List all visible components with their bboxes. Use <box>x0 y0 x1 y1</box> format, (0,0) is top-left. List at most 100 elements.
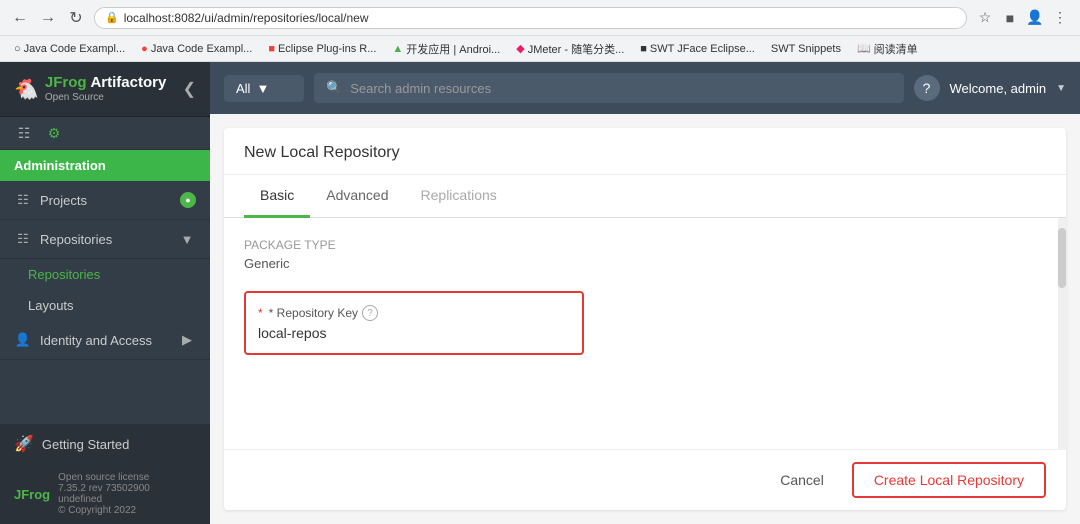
sidebar-header: 🐔 JFrog Artifactory Open Source ❮ <box>0 62 210 117</box>
bookmark-label: Eclipse Plug-ins R... <box>278 43 376 55</box>
welcome-chevron-icon[interactable]: ▼ <box>1056 83 1066 94</box>
identity-icon: 👤 <box>14 331 32 349</box>
sub-repositories-label: Repositories <box>28 267 100 282</box>
sidebar-collapse-button[interactable]: ❮ <box>183 79 196 99</box>
tab-replications[interactable]: Replications <box>405 175 513 218</box>
sidebar-sub-repositories[interactable]: Repositories <box>0 259 210 290</box>
tab-advanced-label: Advanced <box>326 187 388 203</box>
field-label-text: * Repository Key <box>269 306 358 320</box>
bookmark-java2[interactable]: ● Java Code Exampl... <box>137 41 256 57</box>
sidebar-item-getting-started[interactable]: 🚀 Getting Started <box>0 424 210 464</box>
field-help-icon[interactable]: ? <box>362 305 378 321</box>
projects-badge: ● <box>180 192 196 208</box>
gear-icon[interactable]: ⚙ <box>44 123 64 143</box>
bookmark-favicon: ○ <box>14 43 21 55</box>
tabs: Basic Advanced Replications <box>224 175 1066 218</box>
menu-icon[interactable]: ⋮ <box>1050 8 1070 28</box>
sidebar-icons-row: ☷ ⚙ <box>0 117 210 150</box>
page-title: New Local Repository <box>224 128 1066 175</box>
bookmark-label: JMeter - 随笔分类... <box>528 41 625 57</box>
sub-layouts-label: Layouts <box>28 298 74 313</box>
bookmark-label: 阅读清单 <box>874 41 918 57</box>
bookmark-favicon: ▲ <box>392 43 403 55</box>
url-text: localhost:8082/ui/admin/repositories/loc… <box>124 11 369 25</box>
identity-label: Identity and Access <box>40 333 170 348</box>
logo-jfrog: JFrog <box>45 74 87 91</box>
package-type-label: PACKAGE TYPE <box>244 238 1046 252</box>
bookmark-swt-snippets[interactable]: SWT Snippets <box>767 41 845 57</box>
bookmark-label: SWT Snippets <box>771 43 841 55</box>
bookmark-jmeter[interactable]: ◆ JMeter - 随笔分类... <box>512 39 628 59</box>
lock-icon: 🔒 <box>105 11 119 24</box>
browser-actions: ☆ ■ 👤 ⋮ <box>975 8 1070 28</box>
bookmark-label: 开发应用 | Androi... <box>406 41 500 57</box>
dropdown-label: All <box>236 81 250 96</box>
sidebar-item-identity[interactable]: 👤 Identity and Access ▶ <box>0 321 210 360</box>
search-input[interactable] <box>350 81 891 96</box>
browser-bar: ← → ↻ 🔒 localhost:8082/ui/admin/reposito… <box>0 0 1080 36</box>
refresh-button[interactable]: ↻ <box>66 8 86 28</box>
bookmark-label: Java Code Exampl... <box>24 43 126 55</box>
right-panel: All ▼ 🔍 ? Welcome, admin ▼ New Local Rep… <box>210 62 1080 524</box>
sidebar-item-projects[interactable]: ☷ Projects ● <box>0 181 210 220</box>
bookmark-favicon: ● <box>141 43 148 55</box>
bookmark-android[interactable]: ▲ 开发应用 | Androi... <box>388 39 504 59</box>
bookmark-reading-list[interactable]: 📖 阅读清单 <box>853 39 922 59</box>
chevron-down-icon: ▼ <box>178 230 196 248</box>
cancel-button[interactable]: Cancel <box>764 464 840 496</box>
bookmark-favicon: ◆ <box>516 42 524 55</box>
sidebar-logo-text: JFrog Artifactory Open Source <box>45 74 166 104</box>
projects-icon: ☷ <box>14 191 32 209</box>
bookmark-label: Java Code Exampl... <box>151 43 253 55</box>
welcome-text: Welcome, admin <box>950 81 1047 96</box>
profile-icon[interactable]: 👤 <box>1025 8 1045 28</box>
bookmark-java1[interactable]: ○ Java Code Exampl... <box>10 41 129 57</box>
tab-advanced[interactable]: Advanced <box>310 175 404 218</box>
extension-icon[interactable]: ■ <box>1000 8 1020 28</box>
footer-actions: Cancel Create Local Repository <box>224 449 1066 510</box>
star-icon[interactable]: ☆ <box>975 8 995 28</box>
getting-started-label: Getting Started <box>42 437 129 452</box>
footer-line2: 7.35.2 rev 73502900 <box>58 483 150 494</box>
dropdown-chevron-icon: ▼ <box>256 81 269 96</box>
package-type-value: Generic <box>244 256 1046 271</box>
tab-basic-label: Basic <box>260 187 294 203</box>
create-repository-button[interactable]: Create Local Repository <box>852 462 1046 498</box>
reading-list-icon: 📖 <box>857 42 871 55</box>
bookmark-label: SWT JFace Eclipse... <box>650 43 755 55</box>
section-title: Administration <box>14 158 106 173</box>
tab-replications-label: Replications <box>421 187 497 203</box>
main-content: New Local Repository Basic Advanced Repl… <box>210 114 1080 524</box>
app-body: 🐔 JFrog Artifactory Open Source ❮ ☷ ⚙ Ad… <box>0 62 1080 524</box>
identity-chevron-icon: ▶ <box>178 331 196 349</box>
footer-line1: Open source license <box>58 472 150 483</box>
grid-icon[interactable]: ☷ <box>14 123 34 143</box>
topbar: All ▼ 🔍 ? Welcome, admin ▼ <box>210 62 1080 114</box>
projects-label: Projects <box>40 193 172 208</box>
bookmark-eclipse[interactable]: ■ Eclipse Plug-ins R... <box>264 41 380 57</box>
repository-key-field: * * Repository Key ? <box>244 291 584 355</box>
scrollbar-thumb[interactable] <box>1058 228 1066 288</box>
form-area: PACKAGE TYPE Generic * * Repository Key … <box>224 218 1066 449</box>
repository-key-input[interactable] <box>258 325 570 341</box>
bookmark-swt[interactable]: ■ SWT JFace Eclipse... <box>636 41 759 57</box>
tab-basic[interactable]: Basic <box>244 175 310 218</box>
topbar-right: ? Welcome, admin ▼ <box>914 75 1066 101</box>
logo-brand: JFrog Artifactory <box>45 74 166 92</box>
logo-artifactory: Artifactory <box>90 74 166 91</box>
required-marker: * <box>258 306 263 320</box>
sidebar-sub-layouts[interactable]: Layouts <box>0 290 210 321</box>
scrollbar-track[interactable] <box>1058 218 1066 449</box>
content-area: New Local Repository Basic Advanced Repl… <box>224 128 1066 510</box>
help-button[interactable]: ? <box>914 75 940 101</box>
address-bar[interactable]: 🔒 localhost:8082/ui/admin/repositories/l… <box>94 7 967 29</box>
footer-logo: JFrog <box>14 487 50 502</box>
back-button[interactable]: ← <box>10 8 30 28</box>
search-bar: 🔍 <box>314 73 904 103</box>
all-dropdown[interactable]: All ▼ <box>224 75 304 102</box>
page-title-text: New Local Repository <box>244 144 400 161</box>
logo-subtitle: Open Source <box>45 92 166 104</box>
forward-button[interactable]: → <box>38 8 58 28</box>
sidebar-item-repositories[interactable]: ☷ Repositories ▼ <box>0 220 210 259</box>
sidebar-footer: JFrog Open source license 7.35.2 rev 735… <box>0 464 210 524</box>
